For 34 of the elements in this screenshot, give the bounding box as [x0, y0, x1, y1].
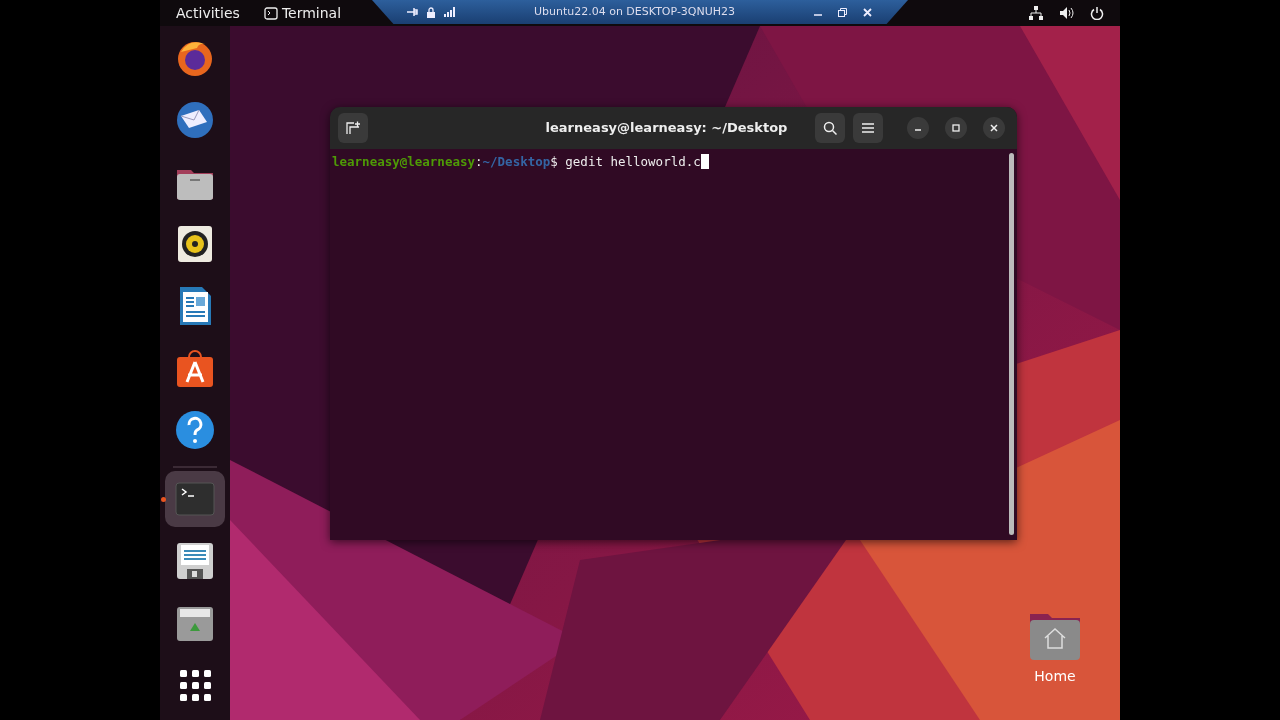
pin-icon[interactable]: [406, 7, 418, 17]
terminal-icon: [263, 6, 278, 20]
window-title: learneasy@learneasy: ~/Desktop: [544, 119, 789, 138]
activities-button[interactable]: Activities: [176, 2, 240, 24]
restore-icon[interactable]: [838, 7, 847, 17]
close-button[interactable]: [983, 117, 1005, 139]
app-menu[interactable]: Terminal: [263, 2, 342, 24]
close-icon[interactable]: [863, 7, 872, 17]
network-icon[interactable]: [1029, 6, 1043, 20]
maximize-icon: [951, 123, 961, 133]
menu-icon: [862, 123, 874, 133]
mail-icon: [175, 100, 215, 140]
new-tab-button[interactable]: [338, 113, 368, 143]
scrollbar[interactable]: [1009, 153, 1014, 535]
search-icon: [823, 121, 837, 135]
volume-icon[interactable]: [1059, 6, 1074, 20]
terminal-line: learneasy@learneasy:~/Desktop$ gedit helloworld.c: [332, 154, 701, 169]
maximize-button[interactable]: [945, 117, 967, 139]
home-folder-icon[interactable]: [1028, 612, 1082, 662]
terminal-icon: [175, 479, 215, 519]
bag-icon: [175, 348, 215, 388]
power-icon[interactable]: [1090, 6, 1104, 20]
signal-icon: [444, 7, 455, 17]
search-button[interactable]: [815, 113, 845, 143]
connection-title: Ubuntu22.04 on DESKTOP-3QNUH23: [532, 3, 737, 20]
lock-icon: [426, 6, 436, 18]
desktop-icon-label[interactable]: Home: [1034, 666, 1076, 687]
help-icon: [175, 410, 215, 450]
new-tab-icon: [346, 121, 360, 135]
speaker-icon: [175, 224, 215, 264]
text-cursor: [700, 154, 709, 169]
minimize-button[interactable]: [907, 117, 929, 139]
close-icon: [989, 123, 999, 133]
menu-button[interactable]: [853, 113, 883, 143]
